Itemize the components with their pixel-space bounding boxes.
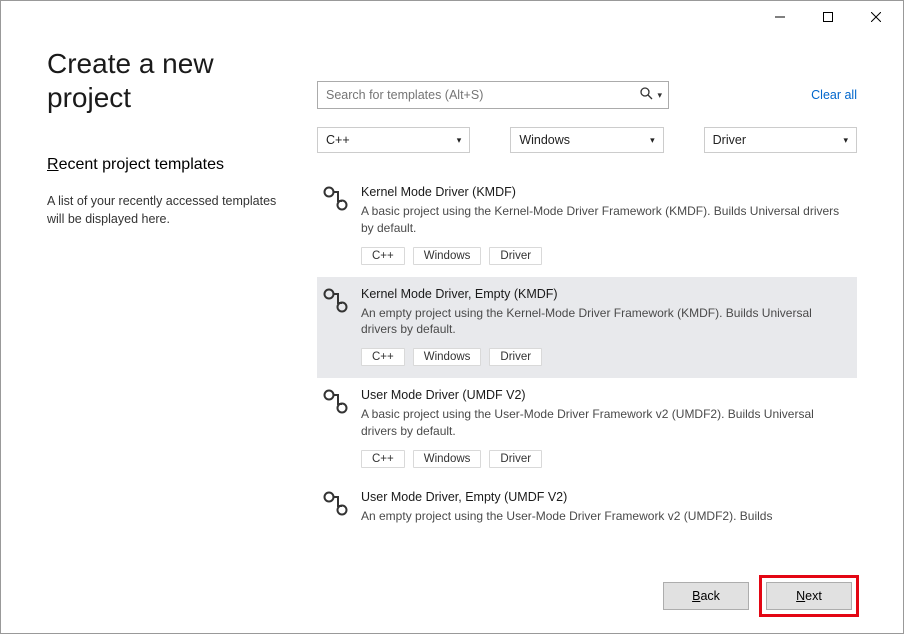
recent-templates-note: A list of your recently accessed templat… xyxy=(47,192,277,228)
template-tag: C++ xyxy=(361,348,405,366)
template-icon xyxy=(323,288,349,314)
chevron-down-icon: ▾ xyxy=(650,135,655,146)
next-button-highlight: Next xyxy=(759,575,859,617)
template-tags: C++ Windows Driver xyxy=(361,348,849,366)
driver-icon xyxy=(323,491,349,517)
template-tag: C++ xyxy=(361,247,405,265)
template-description: A basic project using the User-Mode Driv… xyxy=(361,406,849,440)
template-tags: C++ Windows Driver xyxy=(361,450,849,468)
driver-icon xyxy=(323,389,349,415)
next-button[interactable]: Next xyxy=(766,582,852,610)
template-list: Kernel Mode Driver (KMDF) A basic project… xyxy=(317,175,857,561)
filter-platform-value: Windows xyxy=(519,133,570,147)
template-body: User Mode Driver, Empty (UMDF V2) An empt… xyxy=(361,490,849,535)
template-item[interactable]: User Mode Driver (UMDF V2) A basic projec… xyxy=(317,378,857,480)
clear-all-link[interactable]: Clear all xyxy=(811,88,857,102)
back-button[interactable]: Back xyxy=(663,582,749,610)
content-area: Create a new project Recent project temp… xyxy=(1,33,903,575)
minimize-button[interactable] xyxy=(757,3,803,31)
left-column: Create a new project Recent project temp… xyxy=(47,47,277,561)
template-tag: Windows xyxy=(413,247,482,265)
template-title: Kernel Mode Driver (KMDF) xyxy=(361,185,849,199)
template-body: User Mode Driver (UMDF V2) A basic projec… xyxy=(361,388,849,468)
right-column: ▾ Clear all C++ ▾ Windows ▾ Driver ▾ Ker xyxy=(317,47,857,561)
template-icon xyxy=(323,389,349,415)
titlebar xyxy=(1,1,903,33)
minimize-icon xyxy=(775,12,785,22)
template-tag: Driver xyxy=(489,450,542,468)
template-item[interactable]: User Mode Driver, Empty (UMDF V2) An empt… xyxy=(317,480,857,547)
chevron-down-icon: ▾ xyxy=(457,135,462,146)
driver-icon xyxy=(323,288,349,314)
template-icon xyxy=(323,491,349,517)
dialog-window: Create a new project Recent project temp… xyxy=(0,0,904,634)
filter-project-type-value: Driver xyxy=(713,133,746,147)
filter-language-value: C++ xyxy=(326,133,350,147)
close-button[interactable] xyxy=(853,3,899,31)
template-tag: Driver xyxy=(489,247,542,265)
search-row: ▾ Clear all xyxy=(317,81,857,109)
maximize-icon xyxy=(823,12,833,22)
recent-templates-heading: Recent project templates xyxy=(47,156,277,174)
search-box[interactable]: ▾ xyxy=(317,81,669,109)
maximize-button[interactable] xyxy=(805,3,851,31)
template-title: User Mode Driver (UMDF V2) xyxy=(361,388,849,402)
close-icon xyxy=(871,12,881,22)
page-title: Create a new project xyxy=(47,47,277,114)
chevron-down-icon: ▾ xyxy=(843,135,848,146)
template-description: An empty project using the User-Mode Dri… xyxy=(361,508,849,525)
filter-project-type[interactable]: Driver ▾ xyxy=(704,127,857,153)
driver-icon xyxy=(323,186,349,212)
template-description: A basic project using the Kernel-Mode Dr… xyxy=(361,203,849,237)
template-tags: C++ Windows Driver xyxy=(361,247,849,265)
template-item[interactable]: Kernel Mode Driver (KMDF) A basic project… xyxy=(317,175,857,277)
search-icon[interactable] xyxy=(638,87,655,103)
template-icon xyxy=(323,186,349,212)
template-title: User Mode Driver, Empty (UMDF V2) xyxy=(361,490,849,504)
template-tag: Windows xyxy=(413,348,482,366)
template-item[interactable]: Kernel Mode Driver, Empty (KMDF) An empty… xyxy=(317,277,857,379)
filter-row: C++ ▾ Windows ▾ Driver ▾ xyxy=(317,127,857,153)
template-description: An empty project using the Kernel-Mode D… xyxy=(361,305,849,339)
template-tag: Windows xyxy=(413,450,482,468)
filter-language[interactable]: C++ ▾ xyxy=(317,127,470,153)
footer: Back Next xyxy=(1,575,903,633)
template-body: Kernel Mode Driver (KMDF) A basic project… xyxy=(361,185,849,265)
chevron-down-icon[interactable]: ▾ xyxy=(657,90,662,101)
template-tag: Driver xyxy=(489,348,542,366)
template-title: Kernel Mode Driver, Empty (KMDF) xyxy=(361,287,849,301)
template-tag: C++ xyxy=(361,450,405,468)
filter-platform[interactable]: Windows ▾ xyxy=(510,127,663,153)
template-body: Kernel Mode Driver, Empty (KMDF) An empty… xyxy=(361,287,849,367)
search-input[interactable] xyxy=(326,88,638,102)
